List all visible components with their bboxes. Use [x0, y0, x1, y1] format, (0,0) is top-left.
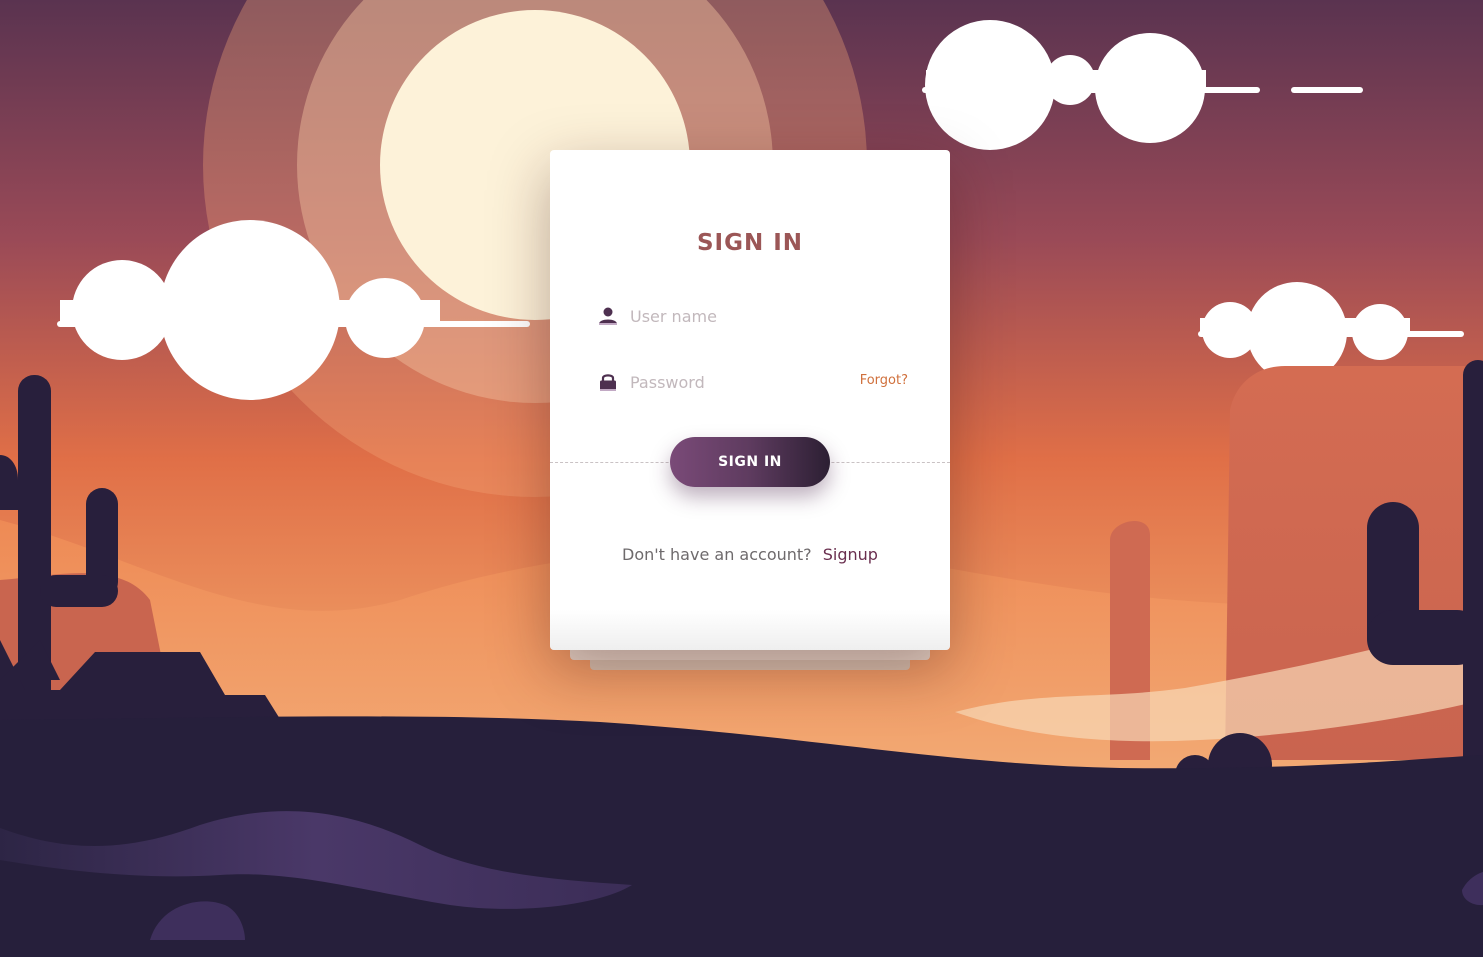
password-field: Forgot?	[598, 366, 908, 398]
user-icon	[599, 307, 617, 325]
card-shadow-layer-1	[570, 650, 930, 660]
forgot-password-link[interactable]: Forgot?	[860, 373, 908, 388]
card-shadow-layer-2	[590, 660, 910, 670]
sign-in-title: SIGN IN	[696, 230, 804, 256]
signup-prompt: Don't have an account? Signup	[550, 545, 950, 564]
sign-in-button[interactable]: SIGN IN	[670, 437, 830, 487]
password-input[interactable]	[630, 366, 830, 398]
login-card: SIGN IN Forgot? SIGN IN Don't have an ac…	[550, 150, 950, 650]
login-card-stack: SIGN IN Forgot? SIGN IN Don't have an ac…	[550, 150, 950, 670]
username-field	[598, 300, 908, 332]
username-input[interactable]	[630, 300, 830, 332]
signup-link[interactable]: Signup	[823, 545, 878, 564]
lock-icon	[600, 374, 616, 391]
card-bottom-fade	[550, 610, 950, 650]
no-account-text: Don't have an account?	[622, 545, 812, 564]
